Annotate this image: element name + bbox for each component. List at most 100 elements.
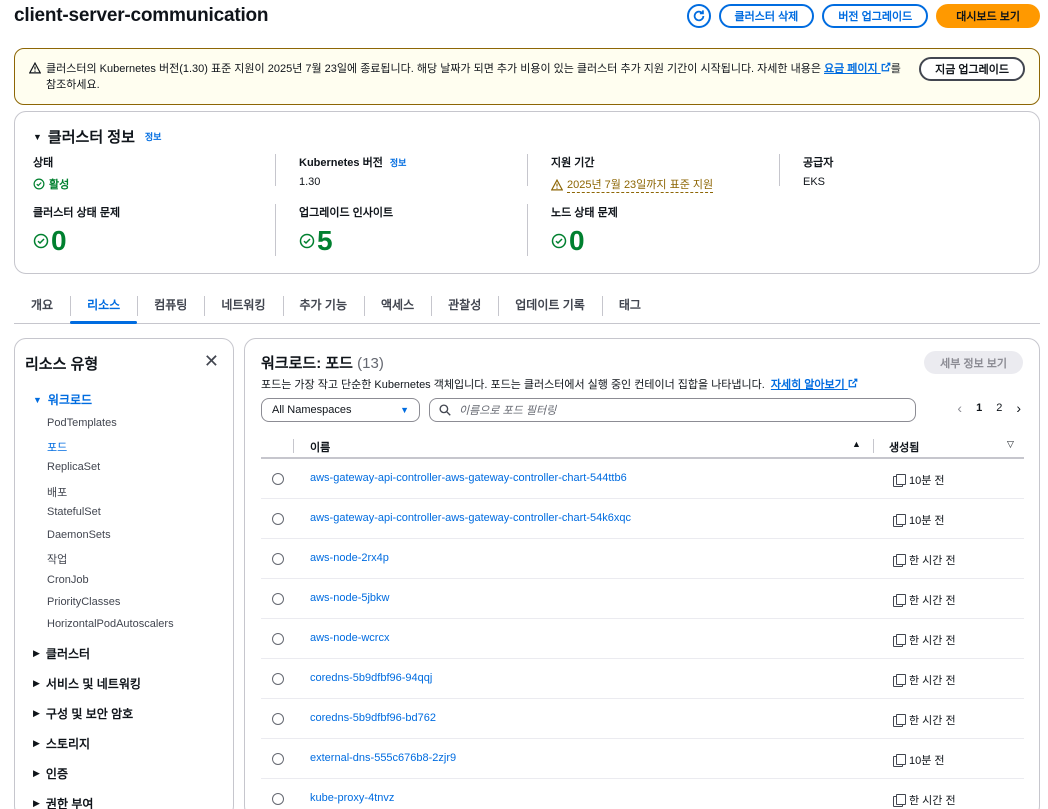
sidebar-item-deployments[interactable]: 배포 [47, 484, 67, 500]
tab-overview[interactable]: 개요 [14, 290, 70, 320]
namespace-value: All Namespaces [272, 404, 352, 416]
sidebar-item-pods[interactable]: 포드 [47, 439, 67, 455]
tab-observability[interactable]: 관찰성 [431, 290, 498, 320]
tab-resources[interactable]: 리소스 [70, 290, 138, 324]
sidebar-group-workloads[interactable]: ▼ 워크로드 [33, 391, 92, 408]
tab-add-ons[interactable]: 추가 기능 [282, 290, 365, 320]
copy-icon[interactable] [893, 714, 906, 727]
pod-name-link[interactable]: coredns-5b9dfbf96-bd762 [310, 712, 436, 724]
success-icon [551, 233, 567, 249]
info-link[interactable]: 정보 [145, 130, 162, 143]
row-radio[interactable] [272, 553, 284, 565]
copy-icon[interactable] [893, 674, 906, 687]
sidebar-item-daemonsets[interactable]: DaemonSets [47, 529, 111, 541]
pod-age: 10분 전 [909, 475, 945, 487]
tab-access[interactable]: 액세스 [364, 290, 431, 320]
table-row: external-dns-555c676b8-2zjr9 10분 전 [261, 739, 1024, 779]
delete-cluster-button[interactable]: 클러스터 삭제 [718, 4, 815, 28]
pod-age: 한 시간 전 [909, 635, 956, 647]
sidebar-group-authorization[interactable]: ▶ 권한 부여 [33, 795, 93, 809]
refresh-button[interactable] [686, 4, 711, 28]
row-radio[interactable] [272, 593, 284, 605]
node-health-cell: 노드 상태 문제 0 [551, 204, 618, 256]
success-icon [33, 178, 45, 190]
cluster-health-count[interactable]: 0 [51, 226, 67, 256]
chevron-left-icon[interactable]: ‹ [957, 401, 962, 415]
sidebar-item-priorityclasses[interactable]: PriorityClasses [47, 596, 120, 608]
row-radio[interactable] [272, 513, 284, 525]
copy-icon[interactable] [893, 554, 906, 567]
namespace-select[interactable]: All Namespaces ▼ [261, 398, 420, 422]
sidebar-item-replicaset[interactable]: ReplicaSet [47, 461, 100, 473]
pod-name-link[interactable]: aws-gateway-api-controller-aws-gateway-c… [310, 472, 627, 484]
table-header: 이름 ▲ 생성됨 ▽ [261, 433, 1024, 459]
close-icon[interactable]: ✕ [204, 352, 219, 370]
cluster-info-header[interactable]: ▼ 클러스터 정보 정보 [33, 126, 161, 147]
cluster-info-title: 클러스터 정보 [47, 129, 135, 146]
sidebar-group-service-networking[interactable]: ▶ 서비스 및 네트워킹 [33, 675, 141, 692]
view-details-button[interactable]: 세부 정보 보기 [924, 351, 1023, 374]
sort-descending-icon[interactable]: ▽ [1007, 439, 1014, 450]
tab-bar: 개요 리소스 컴퓨팅 네트워킹 추가 기능 액세스 관찰성 업데이트 기록 태그 [14, 290, 1040, 324]
page-1[interactable]: 1 [976, 402, 982, 414]
row-radio[interactable] [272, 473, 284, 485]
upgrade-version-button[interactable]: 버전 업그레이드 [822, 4, 929, 28]
chevron-right-icon[interactable]: › [1016, 401, 1021, 415]
pod-name-link[interactable]: external-dns-555c676b8-2zjr9 [310, 752, 456, 764]
pods-count: (13) [357, 355, 384, 372]
sidebar-group-authentication[interactable]: ▶ 인증 [33, 765, 68, 782]
sidebar-group-cluster[interactable]: ▶ 클러스터 [33, 645, 90, 662]
row-radio[interactable] [272, 793, 284, 805]
pod-name-link[interactable]: aws-gateway-api-controller-aws-gateway-c… [310, 512, 631, 524]
upgrade-insights-count[interactable]: 5 [317, 226, 333, 256]
support-period-value[interactable]: 2025년 7월 23일까지 표준 지원 [567, 176, 714, 193]
sidebar-group-storage[interactable]: ▶ 스토리지 [33, 735, 90, 752]
pod-name-link[interactable]: kube-proxy-4tnvz [310, 792, 394, 804]
upgrade-now-button[interactable]: 지금 업그레이드 [919, 57, 1025, 81]
row-radio[interactable] [272, 673, 284, 685]
copy-icon[interactable] [893, 594, 906, 607]
sort-ascending-icon[interactable]: ▲ [852, 439, 861, 449]
caret-right-icon: ▶ [33, 648, 40, 658]
pods-title: 워크로드: 포드 (13) [261, 355, 384, 372]
k8s-info-link[interactable]: 정보 [390, 158, 407, 168]
sidebar-group-config-secrets[interactable]: ▶ 구성 및 보안 암호 [33, 705, 133, 722]
caret-down-icon: ▼ [33, 394, 42, 405]
sidebar-item-jobs[interactable]: 작업 [47, 551, 67, 567]
pod-name-link[interactable]: coredns-5b9dfbf96-94qqj [310, 672, 432, 684]
caret-right-icon: ▶ [33, 798, 40, 808]
copy-icon[interactable] [893, 794, 906, 807]
page-2[interactable]: 2 [996, 402, 1002, 414]
pod-name-link[interactable]: aws-node-5jbkw [310, 592, 389, 604]
k8s-version-value: 1.30 [299, 176, 321, 188]
tab-networking[interactable]: 네트워킹 [204, 290, 282, 320]
tab-tags[interactable]: 태그 [601, 290, 658, 320]
column-name[interactable]: 이름 [310, 439, 330, 455]
cluster-info-card: ▼ 클러스터 정보 정보 상태 활성 Kubernetes 버전 정보 1.30… [14, 111, 1040, 274]
sidebar-item-cronjob[interactable]: CronJob [47, 574, 89, 586]
pricing-page-link[interactable]: 요금 페이지 [824, 62, 891, 75]
copy-icon[interactable] [893, 474, 906, 487]
copy-icon[interactable] [893, 634, 906, 647]
pod-age: 한 시간 전 [909, 795, 956, 807]
row-radio[interactable] [272, 713, 284, 725]
row-radio[interactable] [272, 633, 284, 645]
node-health-count[interactable]: 0 [569, 226, 585, 256]
tab-compute[interactable]: 컴퓨팅 [137, 290, 204, 320]
table-row: aws-node-wcrcx 한 시간 전 [261, 619, 1024, 659]
pod-name-link[interactable]: aws-node-2rx4p [310, 552, 389, 564]
pod-name-link[interactable]: aws-node-wcrcx [310, 632, 389, 644]
copy-icon[interactable] [893, 754, 906, 767]
tab-update-history[interactable]: 업데이트 기록 [498, 290, 602, 320]
sidebar-item-hpa[interactable]: HorizontalPodAutoscalers [47, 618, 174, 630]
row-radio[interactable] [272, 753, 284, 765]
copy-icon[interactable] [893, 514, 906, 527]
table-row: aws-node-2rx4p 한 시간 전 [261, 539, 1024, 579]
view-dashboard-button[interactable]: 대시보드 보기 [936, 4, 1040, 28]
sidebar-item-podtemplates[interactable]: PodTemplates [47, 417, 117, 429]
learn-more-link[interactable]: 자세히 알아보기 [771, 378, 858, 391]
column-created[interactable]: 생성됨 [889, 439, 919, 455]
status-label: 상태 [33, 157, 54, 169]
sidebar-item-statefulset[interactable]: StatefulSet [47, 506, 101, 518]
pod-search-input[interactable]: 이름으로 포드 필터링 [429, 398, 916, 422]
